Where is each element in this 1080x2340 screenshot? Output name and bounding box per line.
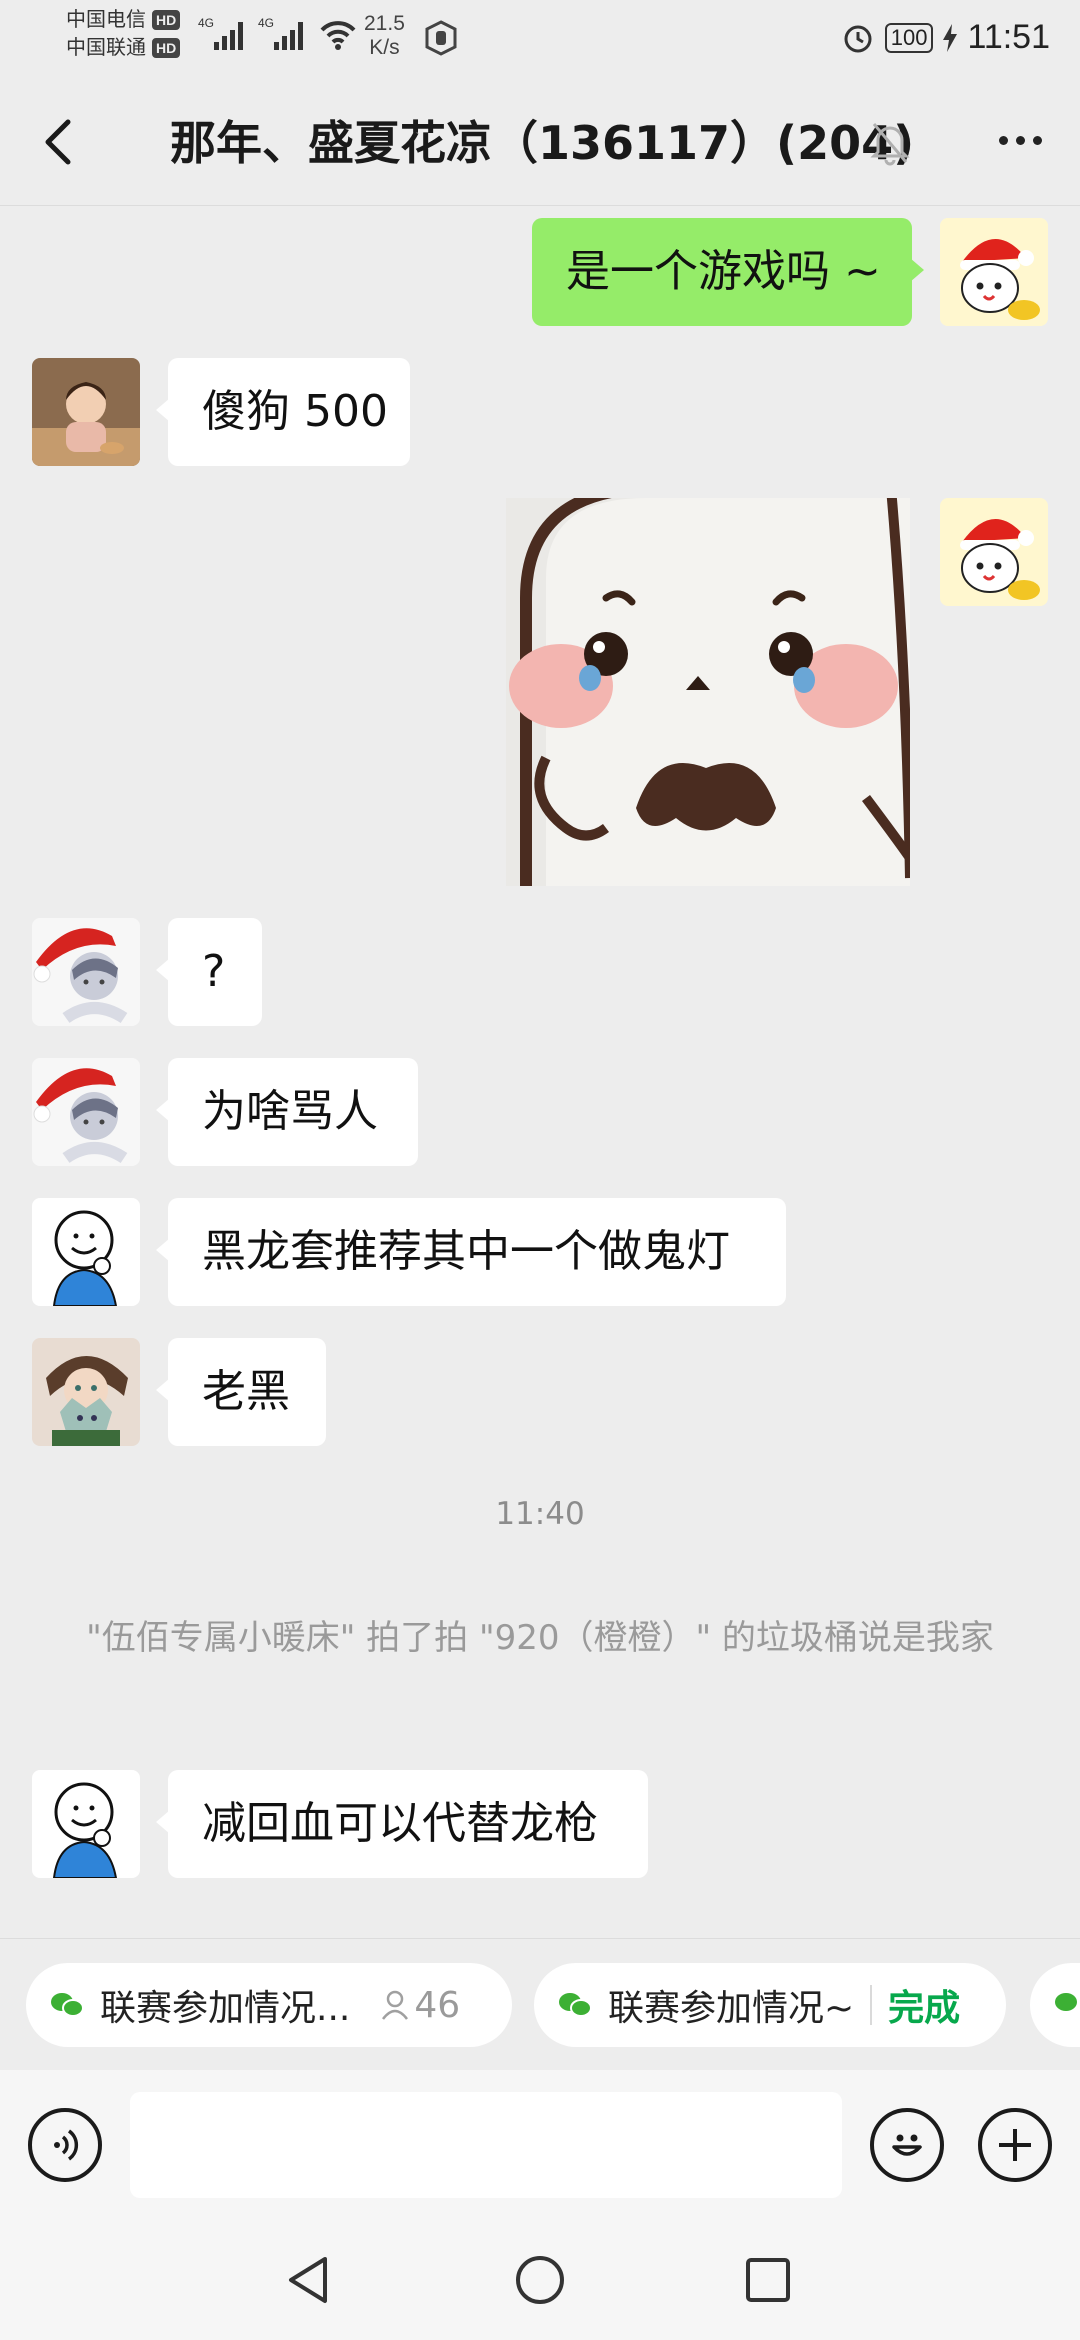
sender-avatar[interactable] <box>32 358 140 466</box>
chip-divider <box>870 1985 873 2025</box>
chat-header: 那年、盛夏花凉（136117）(204) <box>0 78 1080 206</box>
chat-title: 那年、盛夏花凉（136117）(204) <box>170 116 915 170</box>
message-bubble-received[interactable]: 老黑 <box>156 1338 326 1446</box>
message-bubble-received[interactable]: 黑龙套推荐其中一个做鬼灯 <box>156 1198 786 1306</box>
emoji-button[interactable] <box>870 2108 944 2182</box>
status-right: 100 11:51 <box>841 18 1050 57</box>
back-button[interactable] <box>30 112 86 172</box>
message-timestamp: 11:40 <box>495 1496 585 1532</box>
more-dots-icon <box>1015 135 1025 145</box>
more-functions-button[interactable] <box>978 2108 1052 2182</box>
my-avatar[interactable] <box>940 498 1048 606</box>
carrier-info: 中国电信 HD 中国联通 HD <box>66 6 181 62</box>
plus-icon <box>999 2129 1031 2161</box>
mute-bell-icon <box>870 123 910 166</box>
emoji-icon <box>892 2134 922 2156</box>
more-dots-icon <box>1032 135 1042 145</box>
input-toolbar <box>0 2070 1080 2220</box>
sender-avatar[interactable] <box>32 1058 140 1166</box>
participant-count: 46 <box>380 1985 460 2026</box>
hd-badge: HD <box>152 10 181 30</box>
speed-value: 21.5 <box>364 12 405 35</box>
voice-icon <box>54 2129 79 2161</box>
nav-home-icon <box>516 2256 564 2304</box>
nav-home-button[interactable] <box>504 2244 576 2316</box>
charging-icon <box>943 23 958 52</box>
speed-unit: K/s <box>369 36 400 59</box>
person-icon <box>382 1990 409 2020</box>
carrier-2: 中国联通 <box>66 37 146 59</box>
battery-indicator: 100 <box>884 22 934 53</box>
chip-label: 联赛参加情况~ <box>608 1988 855 2029</box>
voice-button[interactable] <box>28 2108 102 2182</box>
nav-back-button[interactable] <box>272 2244 344 2316</box>
network-type-1: 4G <box>198 16 215 30</box>
nav-recents-icon <box>746 2258 790 2302</box>
pinned-chip-1[interactable]: 联赛参加情况... 46 <box>26 1963 512 2047</box>
message-bubble-sent[interactable]: 是一个游戏吗 ~ <box>532 218 924 326</box>
back-arrow-icon <box>45 119 71 165</box>
chip-status: 完成 <box>888 1988 961 2029</box>
carrier-1: 中国电信 <box>66 9 146 31</box>
wechat-icon <box>1055 1993 1077 2011</box>
signal-icon <box>214 22 243 50</box>
sticker-image[interactable] <box>506 498 910 886</box>
sender-avatar[interactable] <box>32 1198 140 1306</box>
nav-back-icon <box>289 2257 327 2303</box>
wechat-icon <box>559 1993 592 2017</box>
sender-avatar[interactable] <box>32 1770 140 1878</box>
alarm-icon <box>844 25 872 52</box>
signal-icon <box>274 22 303 50</box>
clock: 11:51 <box>967 18 1050 56</box>
nav-recents-button[interactable] <box>732 2244 804 2316</box>
message-bubble-received[interactable]: 减回血可以代替龙枪 <box>156 1770 648 1878</box>
message-bubble-received[interactable]: 傻狗 500 <box>156 358 410 466</box>
pinned-items-bar[interactable]: 联赛参加情况... 46 联赛参加情况~ 完成 <box>0 1938 1080 2070</box>
system-message: "伍佰专属小暖床" 拍了拍 "920（橙橙）" 的垃圾桶说是我家 <box>86 1618 994 1658</box>
message-input[interactable] <box>130 2092 842 2198</box>
count-value: 46 <box>414 1984 461 2026</box>
more-button[interactable] <box>988 108 1052 172</box>
wifi-icon <box>320 21 356 50</box>
message-bubble-received[interactable]: 为啥骂人 <box>156 1058 418 1166</box>
pinned-chip-3[interactable] <box>1030 1963 1080 2047</box>
sender-avatar[interactable] <box>32 918 140 1026</box>
hand-icon <box>425 20 457 56</box>
more-dots-icon <box>998 135 1008 145</box>
network-speed: 21.5 K/s <box>364 12 405 60</box>
chip-label: 联赛参加情况... <box>100 1988 351 2029</box>
network-type-2: 4G <box>258 16 275 30</box>
hd-badge: HD <box>152 38 181 58</box>
my-avatar[interactable] <box>940 218 1048 326</box>
wechat-icon <box>51 1993 84 2017</box>
pinned-chip-2[interactable]: 联赛参加情况~ 完成 <box>534 1963 1006 2047</box>
system-navigation-bar <box>0 2220 1080 2340</box>
status-bar: 中国电信 HD 中国联通 HD 4G 4G 21.5 K/s 100 11:51 <box>0 0 1080 78</box>
sender-avatar[interactable] <box>32 1338 140 1446</box>
message-bubble-received[interactable]: ? <box>156 918 262 1026</box>
